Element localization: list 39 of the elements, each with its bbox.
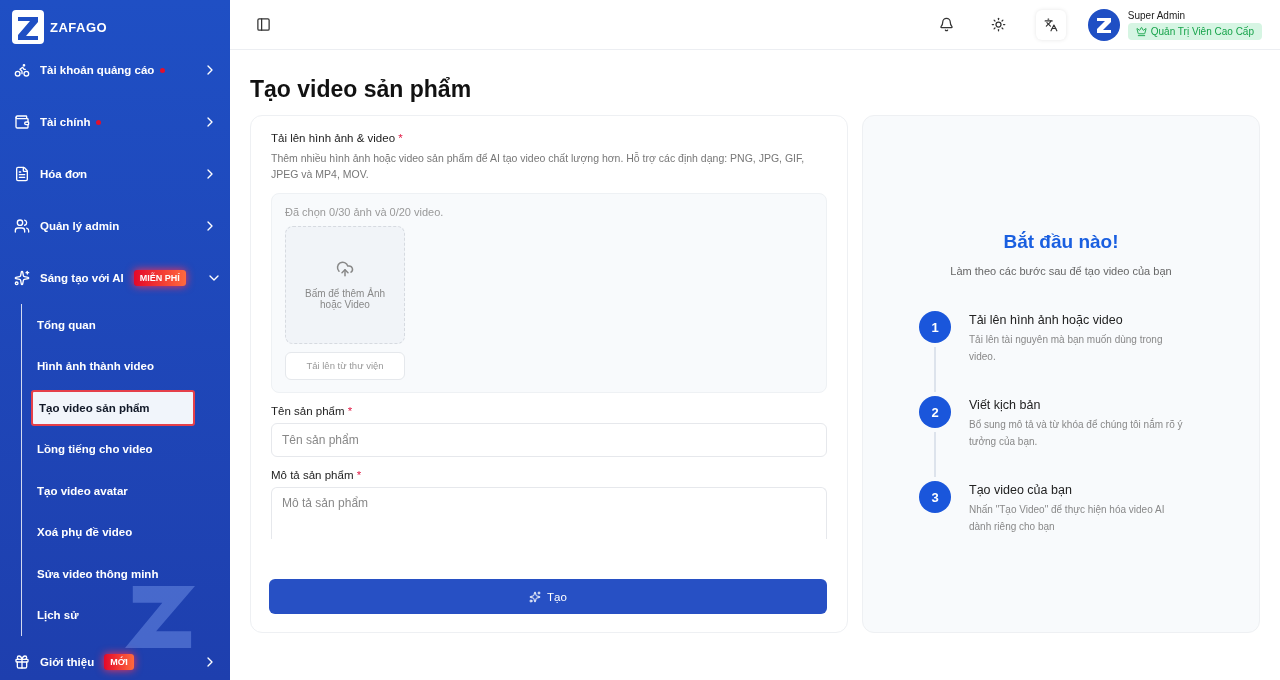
submenu-item[interactable]: Tạo video avatar (31, 472, 134, 509)
sidebar-item[interactable]: Tài chính (40, 116, 91, 128)
create-button[interactable]: Tạo (269, 579, 827, 614)
submenu-item[interactable]: Tạo video sản phẩm (31, 389, 195, 426)
submenu-item[interactable]: Hình ảnh thành video (31, 348, 160, 385)
submenu-item[interactable]: Tổng quan (31, 306, 102, 343)
user-name: Super Admin (1127, 9, 1187, 21)
field-label: Tên sản phẩm * (271, 404, 354, 417)
step-title: Viết kịch bản (969, 398, 1042, 412)
step-number: 2 (919, 396, 951, 428)
step-title: Tạo video của bạn (969, 483, 1073, 497)
step-text: Tải lên tài nguyên mà bạn muốn dùng trong video. (969, 333, 1164, 364)
submenu-item[interactable]: Xoá phụ đề video (31, 514, 139, 551)
field-label: Mô tả sản phẩm * (271, 468, 363, 481)
guide-subtitle: Làm theo các bước sau để tạo video của bạn (950, 265, 1172, 277)
brand-name: ZAFAGO (50, 19, 108, 35)
step-number: 1 (919, 311, 951, 343)
submenu-item[interactable]: Lồng tiếng cho video (31, 431, 159, 468)
step-number: 3 (919, 481, 951, 513)
submenu-item[interactable]: Sửa video thông minh (31, 555, 165, 592)
badge: MIỄN PHÍ (133, 270, 186, 286)
sidebar-item[interactable]: Tài khoản quảng cáo (40, 64, 155, 76)
field-label: Tải lên hình ảnh & video * (271, 132, 404, 144)
sidebar-item[interactable]: Quản lý admin (40, 220, 120, 232)
page-title: Tạo video sản phẩm (250, 76, 473, 103)
step-title: Tải lên hình ảnh hoặc video (969, 313, 1124, 327)
description-field[interactable]: Mô tả sản phẩm (271, 486, 827, 539)
sidebar-item[interactable]: Hóa đơn (40, 168, 88, 180)
upload-description: Thêm nhiều hình ảnh hoặc video sản phẩm để AI tạo video chất lượng hơn. Hỗ trợ các định dạng: PNG, JPG, GIF, JPEG và MP4, MOV. (271, 151, 806, 183)
guide-title: Bắt đầu nào! (1003, 231, 1119, 253)
selection-count: Đã chọn 0/30 ảnh và 0/20 video. (285, 205, 445, 218)
badge: MỚI (104, 654, 134, 670)
role-text: Quản Trị Viên Cao Cấp (1150, 25, 1254, 37)
sidebar-item[interactable]: Sáng tạo với AI (40, 272, 124, 284)
step-text: Nhấn "Tạo Video" để thực hiện hóa video AI dành riêng cho bạn (969, 503, 1166, 534)
step-text: Bổ sung mô tả và từ khóa để chúng tôi nắm rõ ý tưởng của bạn. (969, 417, 1184, 449)
submenu-item[interactable]: Lịch sử (31, 597, 85, 634)
name-field[interactable]: Tên sản phẩm (271, 422, 827, 457)
sidebar-item[interactable]: Giới thiệu (40, 656, 95, 668)
